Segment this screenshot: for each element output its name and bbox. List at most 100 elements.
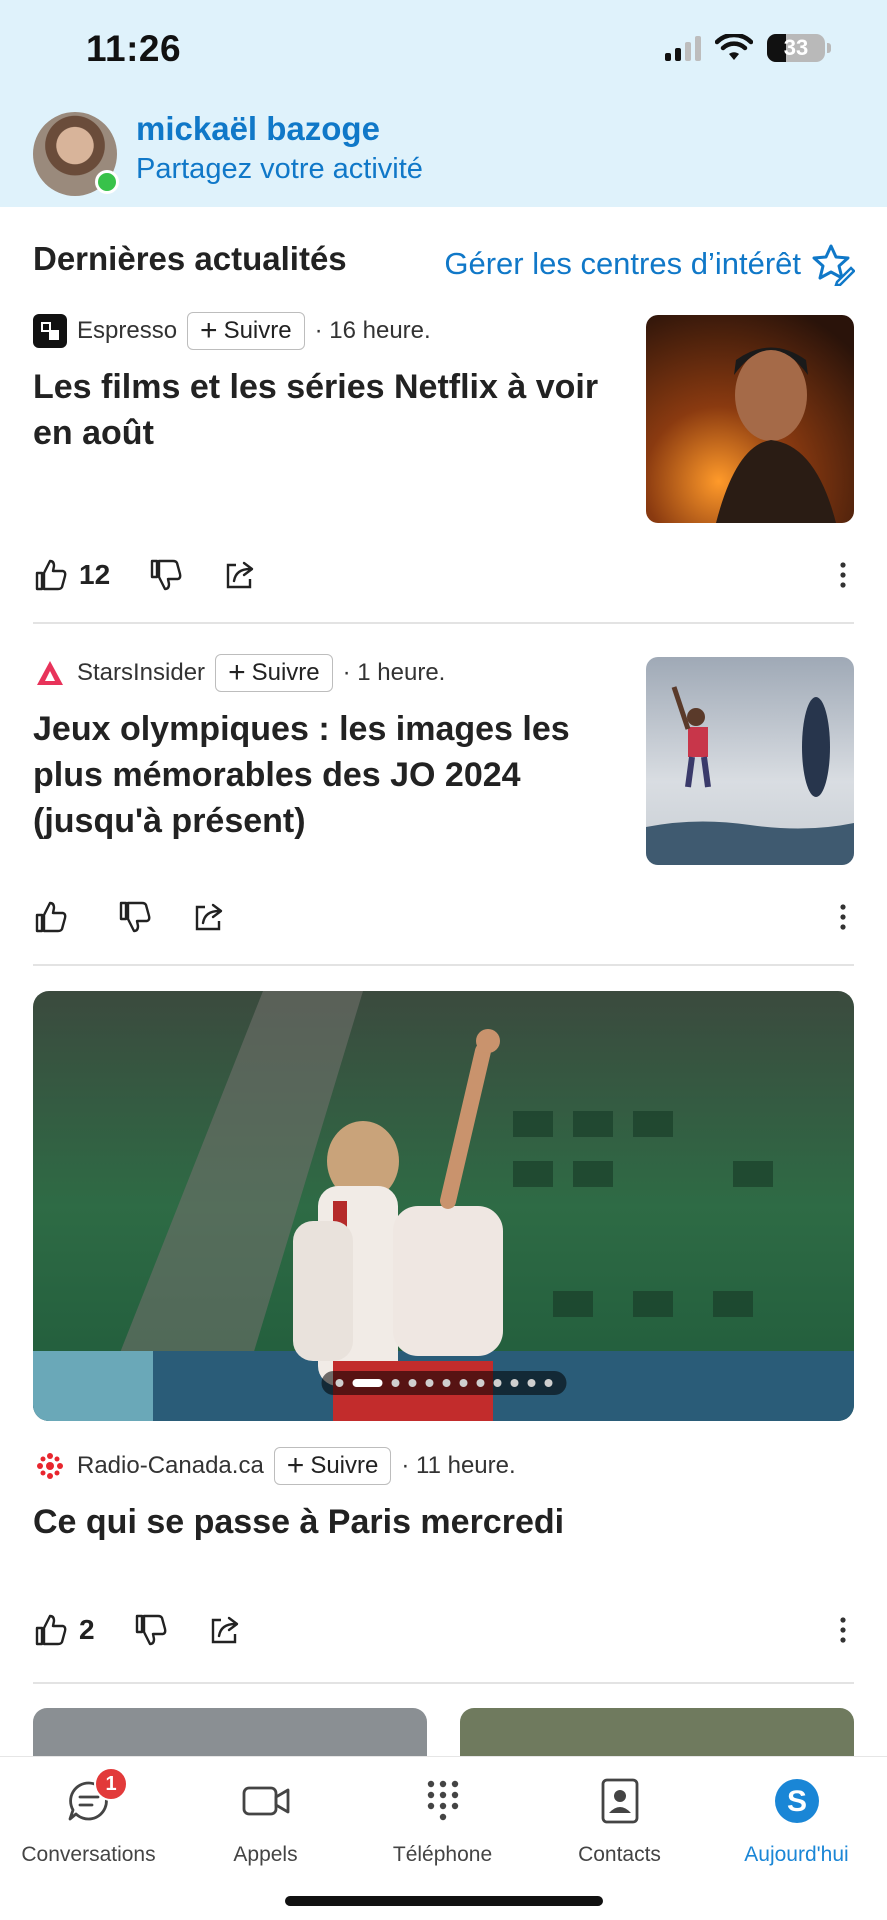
- thumbs-up-icon: [35, 559, 67, 591]
- carousel-dot[interactable]: [459, 1379, 467, 1387]
- avatar[interactable]: [33, 112, 119, 196]
- presence-indicator: [95, 170, 119, 194]
- more-options-icon[interactable]: [838, 1615, 848, 1645]
- video-icon: [242, 1786, 289, 1816]
- tab-conversations[interactable]: 1 Conversations: [0, 1767, 177, 1867]
- article-thumbnail[interactable]: [646, 315, 854, 523]
- carousel-dot[interactable]: [352, 1379, 382, 1387]
- divider: [33, 622, 854, 624]
- article-card[interactable]: StarsInsider + Suivre · 1 heure. Jeux oly…: [33, 654, 854, 933]
- battery-icon: 33: [767, 34, 825, 62]
- follow-button[interactable]: + Suivre: [215, 654, 333, 692]
- tab-today[interactable]: S Aujourd'hui: [708, 1771, 885, 1867]
- starsinsider-logo-icon: [33, 656, 67, 690]
- article-actions: 2: [33, 1612, 854, 1648]
- share-icon: [195, 903, 223, 931]
- share-button[interactable]: [191, 899, 227, 935]
- manage-interests-label: Gérer les centres d’intérêt: [444, 246, 801, 281]
- tab-label: Aujourd'hui: [744, 1843, 849, 1866]
- bottom-tab-bar: 1 Conversations Appels Téléphone Contact…: [0, 1756, 887, 1920]
- dialpad-icon: [427, 1780, 458, 1821]
- dislike-button[interactable]: [117, 899, 153, 935]
- thumbs-down-icon: [135, 1614, 167, 1646]
- follow-button[interactable]: + Suivre: [187, 312, 305, 350]
- tab-label: Contacts: [578, 1843, 661, 1866]
- more-options-icon[interactable]: [838, 902, 848, 932]
- article-meta: Radio-Canada.ca + Suivre · 11 heure.: [33, 1447, 854, 1485]
- source-name[interactable]: Espresso: [77, 317, 177, 345]
- like-button[interactable]: [33, 899, 79, 935]
- tab-label: Appels: [233, 1843, 298, 1866]
- top-header: 11:26 33 mickaël bazoge Partagez votre a…: [0, 0, 887, 207]
- manage-interests-link[interactable]: Gérer les centres d’intérêt: [444, 242, 855, 286]
- article-actions: [33, 899, 854, 935]
- share-button[interactable]: [207, 1612, 243, 1648]
- battery-level: 33: [783, 35, 809, 60]
- carousel-indicator[interactable]: [321, 1371, 566, 1395]
- article-time: · 11 heure.: [401, 1452, 516, 1479]
- carousel-dot[interactable]: [493, 1379, 501, 1387]
- home-indicator: [285, 1896, 603, 1906]
- carousel-dot[interactable]: [442, 1379, 450, 1387]
- follow-label: Suivre: [251, 659, 320, 686]
- svg-text:S: S: [786, 1785, 806, 1818]
- article-time: · 16 heure.: [314, 317, 431, 344]
- status-time: 11:26: [86, 28, 182, 69]
- source-name[interactable]: Radio-Canada.ca: [77, 1452, 264, 1480]
- tab-label: Téléphone: [392, 1843, 493, 1866]
- dislike-button[interactable]: [133, 1612, 169, 1648]
- tab-calls[interactable]: Appels: [177, 1771, 354, 1867]
- article-card[interactable]: Radio-Canada.ca + Suivre · 11 heure. Ce q…: [33, 1447, 854, 1646]
- article-headline[interactable]: Ce qui se passe à Paris mercredi: [33, 1499, 854, 1545]
- carousel-dot[interactable]: [544, 1379, 552, 1387]
- thumbs-down-icon: [119, 901, 151, 933]
- section-title: Dernières actualités: [33, 240, 347, 277]
- like-button[interactable]: 2: [33, 1612, 95, 1648]
- thumbs-down-icon: [150, 559, 182, 591]
- carousel-dot[interactable]: [335, 1379, 343, 1387]
- carousel-dot[interactable]: [510, 1379, 518, 1387]
- article-actions: 12: [33, 557, 854, 593]
- carousel-dot[interactable]: [425, 1379, 433, 1387]
- dislike-button[interactable]: [148, 557, 184, 593]
- divider: [33, 1682, 854, 1684]
- star-edit-icon: [812, 244, 855, 286]
- espresso-logo-icon: [33, 314, 67, 348]
- carousel-dot[interactable]: [476, 1379, 484, 1387]
- tab-phone[interactable]: Téléphone: [354, 1771, 531, 1867]
- contacts-icon: [601, 1778, 638, 1824]
- more-options-icon[interactable]: [838, 560, 848, 590]
- article-thumbnail[interactable]: [646, 657, 854, 865]
- source-name[interactable]: StarsInsider: [77, 659, 205, 687]
- article-card[interactable]: Espresso + Suivre · 16 heure. Les films e…: [33, 312, 854, 591]
- thumbs-up-icon: [35, 1614, 67, 1646]
- user-name[interactable]: mickaël bazoge: [136, 110, 380, 148]
- skype-icon: S: [774, 1779, 819, 1823]
- tab-contacts[interactable]: Contacts: [531, 1771, 708, 1867]
- article-hero-image[interactable]: [33, 991, 854, 1421]
- like-count: 12: [79, 559, 111, 590]
- like-button[interactable]: 12: [33, 557, 110, 593]
- share-button[interactable]: [222, 557, 258, 593]
- cellular-signal-icon: [665, 35, 701, 61]
- follow-label: Suivre: [310, 1452, 379, 1479]
- carousel-dot[interactable]: [408, 1379, 416, 1387]
- follow-label: Suivre: [223, 317, 292, 344]
- next-article-thumbnail[interactable]: [33, 1708, 427, 1758]
- divider: [33, 964, 854, 966]
- follow-button[interactable]: + Suivre: [273, 1447, 392, 1485]
- battery-tip: [827, 43, 831, 53]
- like-count: 2: [79, 1614, 95, 1645]
- next-article-thumbnail[interactable]: [460, 1708, 854, 1758]
- unread-badge: 1: [94, 1767, 128, 1801]
- share-activity-link[interactable]: Partagez votre activité: [136, 153, 423, 186]
- article-headline[interactable]: Les films et les séries Netflix à voir e…: [33, 364, 613, 456]
- carousel-dot[interactable]: [391, 1379, 399, 1387]
- tab-label: Conversations: [21, 1843, 156, 1866]
- article-time: · 1 heure.: [342, 659, 446, 686]
- share-icon: [211, 1616, 238, 1644]
- thumbs-up-icon: [35, 901, 67, 933]
- radio-canada-logo-icon: [33, 1449, 67, 1483]
- article-headline[interactable]: Jeux olympiques : les images les plus mé…: [33, 706, 613, 844]
- carousel-dot[interactable]: [527, 1379, 535, 1387]
